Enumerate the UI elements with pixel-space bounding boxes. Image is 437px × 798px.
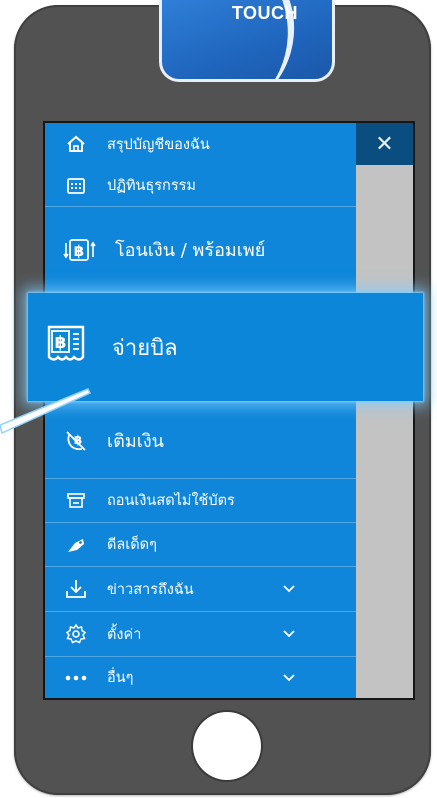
menu-item-transfer-promptpay[interactable]: ฿ โอนเงิน / พร้อมเพย์ [45, 207, 356, 293]
bill-baht-icon: ฿ [46, 324, 86, 370]
more-icon [63, 666, 89, 690]
menu-item-transaction-calendar[interactable]: ปฏิทินธุรกรรม [45, 165, 356, 207]
tag-icon [63, 533, 89, 557]
menu-item-label: อื่นๆ [107, 670, 134, 686]
menu-item-label: สรุปบัญชีของฉัน [107, 136, 210, 153]
chevron-down-icon [283, 627, 295, 641]
download-icon [63, 577, 89, 601]
pointer-indicator [0, 388, 92, 435]
svg-text:฿: ฿ [74, 242, 84, 260]
app-screen: สรุปบัญชีของฉัน ปฏิทินธุรกรรม ฿ โอนเงิน … [43, 121, 415, 700]
app-logo-text: TOUCH [231, 3, 298, 23]
close-icon: ✕ [375, 131, 394, 157]
gear-icon [63, 622, 89, 646]
close-button[interactable]: ✕ [356, 123, 413, 165]
menu-item-label: ข่าวสารถึงฉัน [107, 581, 194, 598]
svg-text:฿: ฿ [55, 333, 67, 353]
atm-icon [63, 489, 89, 513]
chevron-down-icon [283, 582, 295, 596]
calendar-icon [63, 174, 89, 198]
menu-item-label: เติมเงิน [107, 431, 164, 452]
menu-item-label: ปฏิทินธุรกรรม [107, 178, 196, 194]
menu-item-label: จ่ายบิล [112, 335, 178, 361]
menu-item-label: โอนเงิน / พร้อมเพย์ [115, 240, 266, 261]
menu-item-label: ตั้งค่า [107, 626, 142, 643]
menu-item-label: ถอนเงินสดไม่ใช้บัตร [107, 493, 235, 509]
home-icon [63, 132, 89, 156]
home-button[interactable] [193, 712, 261, 780]
transfer-baht-icon: ฿ [63, 238, 97, 262]
menu-item-others[interactable]: อื่นๆ [45, 657, 356, 698]
menu-item-label: ดีลเด็ดๆ [107, 537, 157, 553]
menu-item-cardless-withdraw[interactable]: ถอนเงินสดไม่ใช้บัตร [45, 479, 356, 523]
chevron-down-icon [283, 671, 295, 685]
menu-item-settings[interactable]: ตั้งค่า [45, 612, 356, 657]
app-logo: TOUCH [159, 0, 335, 82]
menu-item-account-summary[interactable]: สรุปบัญชีของฉัน [45, 123, 356, 165]
menu-item-deals[interactable]: ดีลเด็ดๆ [45, 523, 356, 567]
menu-item-my-news[interactable]: ข่าวสารถึงฉัน [45, 567, 356, 612]
